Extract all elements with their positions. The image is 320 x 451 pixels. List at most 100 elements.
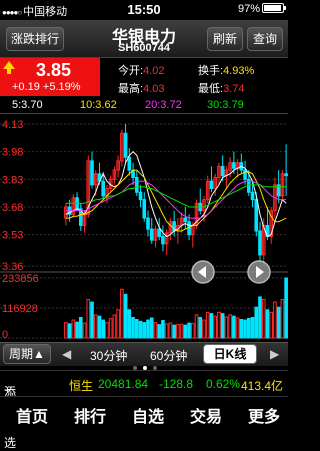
volume-bar [280, 299, 285, 339]
price-tick-label: 3.36 [2, 261, 23, 273]
moving-average-legend: 5:3.70 10:3.62 20:3.72 30:3.79 [0, 96, 288, 114]
volume-tick-label: 233856 [2, 273, 39, 285]
volume-bar [90, 301, 94, 339]
volume-bar [149, 317, 154, 339]
candle-body [146, 217, 150, 230]
quote-panel: 3.85 +0.19 +5.19% 今开:4.02 换手:4.93% 最高:4.… [0, 58, 288, 96]
volume-bar [217, 311, 221, 339]
volume-bar [131, 316, 135, 339]
candle-body [258, 230, 262, 256]
low-value: 3.74 [223, 83, 245, 95]
volume-bar [269, 311, 274, 339]
tab-home[interactable]: 首页 [8, 403, 56, 427]
volume-bar [138, 320, 143, 339]
ma20-value: 20:3.72 [145, 99, 182, 111]
open-label: 今开: [118, 65, 144, 77]
volume-bar [220, 313, 225, 339]
volume-bar [243, 319, 247, 339]
volume-bar [123, 293, 128, 339]
volume-bar [284, 277, 288, 339]
refresh-button[interactable]: 刷新 [207, 27, 243, 51]
volume-bar [228, 314, 232, 339]
index-name: 恒生 [69, 379, 94, 393]
volume-bar [254, 306, 259, 339]
current-price: 3.85 [36, 60, 72, 80]
volume-bar [97, 315, 102, 339]
next-arrow-icon[interactable]: ▶ [270, 347, 279, 361]
tab-trade[interactable]: 交易 [182, 403, 230, 427]
tab-bar: 首页 排行 自选 交易 更多 [0, 396, 288, 432]
kline-chart[interactable]: 4.13 3.98 3.83 3.68 3.53 3.36233856 116928 0 [0, 114, 288, 342]
candle-body [134, 176, 139, 193]
index-bar: + 添加自选 恒生 20481.84 -128.8 0.62% 413.4亿 [0, 370, 288, 450]
battery-fill [264, 5, 281, 11]
ma30-value: 30:3.79 [207, 99, 244, 111]
volume-bar [190, 323, 195, 339]
volume-bar [232, 315, 236, 339]
volume-bar [198, 316, 203, 339]
high-price: 最高:4.03 [118, 80, 164, 96]
candle-body [101, 180, 106, 197]
status-bar: ●●●●○ 中国移动 15:50 97% [0, 0, 288, 20]
period-60min[interactable]: 60分钟 [150, 347, 187, 364]
candle-body [127, 156, 132, 171]
volume-bar [108, 318, 113, 339]
candle-body [149, 228, 154, 241]
period-30min[interactable]: 30分钟 [90, 347, 127, 364]
index-change: -128.8 [159, 377, 194, 391]
volume-bar [71, 319, 76, 339]
tab-more[interactable]: 更多 [240, 403, 288, 427]
volume-bar [265, 309, 270, 339]
volume-bar [246, 318, 251, 339]
volume-bar [258, 296, 262, 339]
period-toggle-button[interactable]: 周期▲ [3, 344, 51, 364]
up-arrow-icon [3, 61, 15, 74]
turnover-value: 4.93% [223, 65, 255, 77]
price-tick-label: 4.13 [2, 119, 23, 131]
volume-bar [202, 319, 206, 339]
volume-tick-label: 116928 [2, 303, 38, 315]
volume-bar [64, 322, 68, 339]
volume-bar [239, 319, 244, 339]
price-tick-label: 3.53 [2, 230, 23, 242]
candle-body [250, 191, 255, 201]
volume-bar [93, 314, 98, 339]
volume-bar [75, 321, 79, 339]
period-daily-button[interactable]: 日K线 [203, 344, 257, 364]
candle-body [142, 199, 147, 219]
candle-body [138, 191, 143, 201]
prev-arrow-icon[interactable]: ◀ [62, 347, 71, 361]
volume-bar [205, 311, 210, 339]
price-tick-label: 3.83 [2, 174, 23, 186]
tab-ranking[interactable]: 排行 [66, 403, 114, 427]
volume-bar [250, 316, 255, 339]
candle-body [209, 180, 214, 190]
volume-bar [157, 324, 162, 339]
volume-bar [273, 301, 277, 339]
volume-bar [116, 309, 120, 339]
volume-bar [187, 322, 191, 339]
price-tick-label: 3.68 [2, 202, 23, 214]
volume-bar [146, 319, 150, 339]
volume-bar [142, 322, 147, 339]
volume-bar [168, 322, 173, 339]
index-pct: 0.62% [206, 377, 241, 391]
query-button[interactable]: 查询 [247, 27, 283, 51]
price-tick-label: 3.98 [2, 147, 23, 159]
volume-bar [101, 319, 106, 339]
volume-bar [161, 320, 165, 339]
period-bar: 周期▲ ◀ 30分钟 60分钟 日K线 ▶ [0, 342, 288, 366]
volume-bar [112, 314, 117, 339]
low-label: 最低: [198, 83, 224, 95]
open-value: 4.02 [143, 65, 165, 77]
volume-bar [224, 316, 229, 339]
candle-body [254, 199, 259, 232]
candle-body [157, 228, 162, 237]
volume-bar [120, 288, 124, 339]
price-change-pct: +5.19% [42, 81, 81, 93]
battery-status: 97% [238, 3, 286, 15]
index-turnover: 413.4亿 [241, 379, 284, 393]
price-change-value: +0.19 [12, 81, 40, 93]
tab-watchlist[interactable]: 自选 [124, 403, 172, 427]
volume-bar [105, 322, 109, 339]
